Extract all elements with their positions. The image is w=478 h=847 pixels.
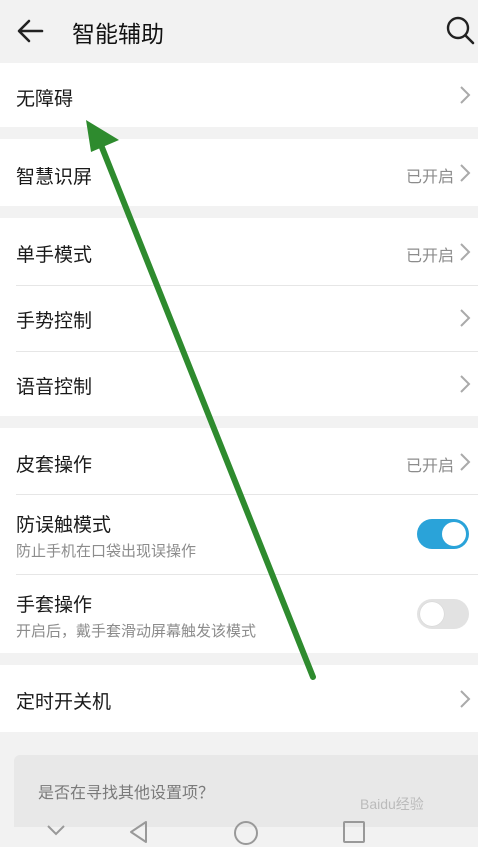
chevron-right-icon (458, 452, 472, 472)
back-triangle-icon[interactable] (128, 820, 150, 847)
settings-item-one-hand[interactable]: 单手模式 已开启 (0, 218, 478, 285)
arrow-left-icon[interactable] (14, 14, 48, 48)
chevron-right-icon (458, 689, 472, 709)
settings-item-gesture[interactable]: 手势控制 (0, 286, 478, 351)
chevron-right-icon (458, 308, 472, 328)
chevron-right-icon (458, 163, 472, 183)
item-label: 语音控制 (16, 376, 93, 398)
item-label: 防误触模式 (16, 514, 112, 536)
item-subtitle: 防止手机在口袋出现误操作 (16, 542, 197, 560)
settings-item-accessibility[interactable]: 无障碍 (0, 63, 478, 127)
settings-group-schedule: 定时开关机 (0, 665, 478, 732)
chevron-right-icon (458, 374, 472, 394)
settings-group-smart-screen: 智慧识屏 已开启 (0, 139, 478, 206)
settings-item-anti-mistouch[interactable]: 防误触模式 防止手机在口袋出现误操作 (0, 495, 478, 574)
chevron-right-icon (458, 85, 472, 105)
item-label: 定时开关机 (16, 691, 112, 713)
search-icon[interactable] (444, 14, 476, 46)
chevron-down-icon[interactable] (46, 822, 66, 841)
status-text: 已开启 (405, 167, 454, 186)
header: 智能辅助 (0, 0, 478, 62)
item-label: 手势控制 (16, 310, 93, 332)
settings-group-control: 单手模式 已开启 手势控制 语音控制 (0, 218, 478, 416)
toggle-knob (442, 522, 466, 546)
navigation-bar (0, 812, 478, 847)
item-label: 手套操作 (16, 594, 93, 616)
item-subtitle: 开启后，戴手套滑动屏幕触发该模式 (16, 622, 257, 640)
item-label: 智慧识屏 (16, 166, 93, 188)
watermark: Baidu经验 (360, 796, 424, 812)
suggestion-text: 是否在寻找其他设置项？ (38, 783, 215, 802)
status-text: 已开启 (405, 246, 454, 265)
recents-square-icon[interactable] (342, 820, 366, 847)
status-text: 已开启 (405, 456, 454, 475)
item-label: 单手模式 (16, 244, 93, 266)
anti-mistouch-toggle[interactable] (417, 519, 469, 549)
settings-item-smart-screen[interactable]: 智慧识屏 已开启 (0, 139, 478, 206)
page-title: 智能辅助 (72, 22, 164, 48)
toggle-knob (420, 602, 444, 626)
settings-item-schedule-power[interactable]: 定时开关机 (0, 665, 478, 732)
item-label: 皮套操作 (16, 454, 93, 476)
settings-group-accessibility: 无障碍 (0, 63, 478, 127)
item-label: 无障碍 (16, 88, 74, 110)
home-circle-icon[interactable] (233, 820, 259, 847)
settings-item-glove[interactable]: 手套操作 开启后，戴手套滑动屏幕触发该模式 (0, 575, 478, 653)
glove-mode-toggle[interactable] (417, 599, 469, 629)
chevron-right-icon (458, 242, 472, 262)
settings-item-cover[interactable]: 皮套操作 已开启 (0, 428, 478, 494)
settings-item-voice[interactable]: 语音控制 (0, 352, 478, 416)
settings-group-cover: 皮套操作 已开启 防误触模式 防止手机在口袋出现误操作 手套操作 开启后，戴手套… (0, 428, 478, 653)
